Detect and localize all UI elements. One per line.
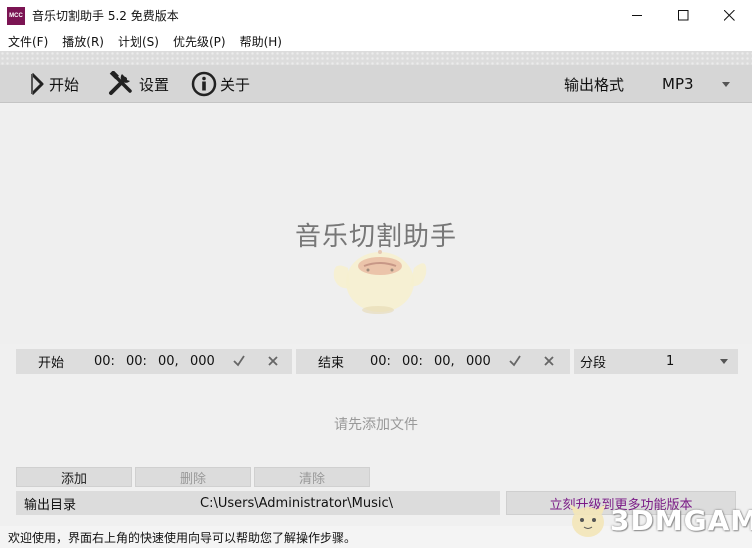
menu-play[interactable]: 播放(R) [62, 33, 104, 50]
start-minutes[interactable]: 00: [126, 354, 147, 369]
segment-value: 1 [666, 354, 675, 369]
start-confirm-check-icon[interactable] [232, 354, 246, 368]
watermark-text: 3DMGAME [610, 503, 752, 537]
add-button[interactable]: 添加 [16, 467, 132, 487]
end-milliseconds[interactable]: 000 [466, 354, 491, 369]
watermark-logo: 3DMGAME [566, 500, 752, 540]
start-time-label: 开始 [38, 356, 65, 371]
end-time-label: 结束 [318, 356, 345, 371]
window-title: 音乐切割助手 5.2 免费版本 [32, 9, 179, 23]
start-clear-x-icon[interactable] [266, 354, 280, 368]
menu-bar: 文件(F) 播放(R) 计划(S) 优先级(P) 帮助(H) [0, 31, 752, 51]
end-seconds[interactable]: 00, [434, 354, 455, 369]
end-clear-x-icon[interactable] [542, 354, 556, 368]
maximize-button[interactable] [660, 0, 706, 31]
decorative-pattern-strip [0, 51, 752, 65]
start-button[interactable]: 开始 [28, 65, 79, 103]
empty-list-hint: 请先添加文件 [334, 417, 418, 433]
segment-label: 分段 [580, 356, 607, 371]
end-time-row: 结束 00: 00: 00, 000 [296, 349, 570, 374]
menu-priority[interactable]: 优先级(P) [173, 33, 226, 50]
output-format-value: MP3 [662, 75, 694, 93]
settings-button[interactable]: 设置 [108, 65, 169, 103]
app-logo: MCC [7, 6, 25, 25]
output-format-select[interactable]: MP3 [650, 65, 740, 103]
output-format-label: 输出格式 [564, 75, 625, 94]
menu-help[interactable]: 帮助(H) [240, 33, 282, 50]
about-button[interactable]: 关于 [191, 65, 250, 103]
minimize-icon [631, 15, 642, 16]
end-hours[interactable]: 00: [370, 354, 391, 369]
play-icon [30, 72, 44, 96]
start-label: 开始 [49, 75, 80, 94]
clear-button[interactable]: 清除 [254, 467, 370, 487]
start-seconds[interactable]: 00, [158, 354, 179, 369]
title-bar: MCC 音乐切割助手 5.2 免费版本 [0, 0, 752, 31]
mascot-icon [333, 250, 427, 314]
start-milliseconds[interactable]: 000 [190, 354, 215, 369]
segment-select[interactable]: 分段 1 [574, 349, 738, 374]
minimize-button[interactable] [614, 0, 660, 31]
delete-button[interactable]: 删除 [135, 467, 251, 487]
maximize-icon [677, 10, 688, 21]
toolbar: 开始 设置 关于 输出格式 MP3 [0, 65, 752, 103]
menu-file[interactable]: 文件(F) [8, 33, 48, 50]
settings-label: 设置 [139, 75, 170, 94]
chevron-down-icon [720, 359, 728, 364]
start-time-row: 开始 00: 00: 00, 000 [16, 349, 292, 374]
close-icon [723, 10, 735, 21]
output-dir-row[interactable]: 输出目录 C:\Users\Administrator\Music\ [16, 491, 500, 515]
end-confirm-check-icon[interactable] [508, 354, 522, 368]
watermark-mascot-icon [570, 504, 606, 537]
menu-schedule[interactable]: 计划(S) [118, 33, 159, 50]
output-dir-label: 输出目录 [24, 497, 77, 513]
start-hours[interactable]: 00: [94, 354, 115, 369]
about-label: 关于 [220, 75, 251, 94]
close-button[interactable] [706, 0, 752, 31]
tools-icon [109, 71, 132, 95]
output-dir-value: C:\Users\Administrator\Music\ [200, 495, 393, 511]
chevron-down-icon [722, 81, 730, 87]
end-minutes[interactable]: 00: [402, 354, 423, 369]
window-controls [614, 0, 752, 31]
info-icon [191, 71, 217, 97]
status-text: 欢迎使用，界面右上角的快速使用向导可以帮助您了解操作步骤。 [8, 530, 357, 545]
